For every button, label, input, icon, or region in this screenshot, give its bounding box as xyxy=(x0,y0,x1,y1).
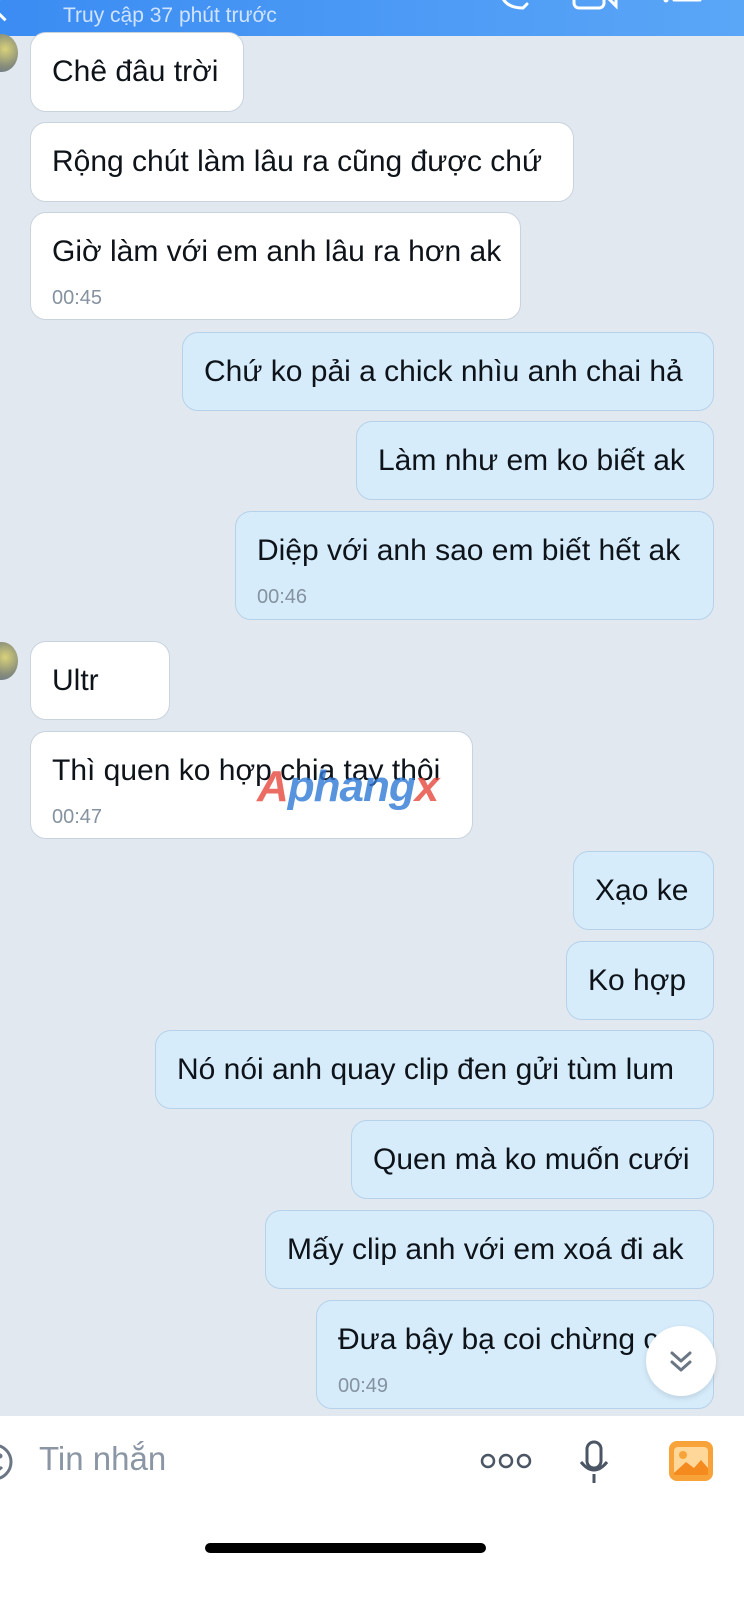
message-text: Xạo ke xyxy=(595,874,689,907)
message-bubble-outgoing[interactable]: Làm như em ko biết ak xyxy=(356,421,714,500)
message-bubble-outgoing[interactable]: Mấy clip anh với em xoá đi ak xyxy=(265,1210,714,1289)
message-bubble-incoming[interactable]: Rộng chút làm lâu ra cũng được chứ xyxy=(30,122,574,202)
message-input[interactable]: Tin nhắn xyxy=(39,1440,166,1478)
contact-avatar[interactable] xyxy=(0,34,18,72)
message-text: Đưa bậy bạ coi chừng c xyxy=(338,1323,659,1356)
message-text: Ko hợp xyxy=(588,964,687,997)
phone-icon[interactable] xyxy=(497,0,531,12)
message-text: Mấy clip anh với em xoá đi ak xyxy=(287,1233,684,1266)
message-text: Diệp với anh sao em biết hết ak xyxy=(257,534,681,567)
message-text: Giờ làm với em anh lâu ra hơn ak xyxy=(52,235,502,268)
microphone-icon[interactable] xyxy=(578,1440,610,1486)
scroll-to-bottom-button[interactable] xyxy=(646,1326,716,1396)
message-bubble-outgoing[interactable]: Xạo ke xyxy=(573,851,714,930)
image-icon[interactable] xyxy=(668,1440,714,1482)
more-icon[interactable] xyxy=(480,1451,532,1471)
chevron-double-down-icon xyxy=(670,1351,692,1372)
message-text: Nó nói anh quay clip đen gửi tùm lum xyxy=(177,1053,675,1086)
message-text: Quen mà ko muốn cưới xyxy=(373,1143,690,1176)
contact-avatar[interactable] xyxy=(0,642,18,680)
message-text: Làm như em ko biết ak xyxy=(378,444,685,477)
back-icon[interactable] xyxy=(0,0,20,22)
home-indicator xyxy=(205,1543,486,1553)
message-bubble-outgoing[interactable]: Nó nói anh quay clip đen gửi tùm lum xyxy=(155,1030,714,1109)
message-bubble-outgoing[interactable]: Diệp với anh sao em biết hết ak 00:46 xyxy=(235,511,714,620)
message-text: Rộng chút làm lâu ra cũng được chứ xyxy=(52,145,543,178)
message-bubble-outgoing[interactable]: Chứ ko pải a chick nhìu anh chai hả xyxy=(182,332,714,411)
message-time: 00:47 xyxy=(52,806,103,828)
last-seen-status: Truy cập 37 phút trước xyxy=(63,4,277,27)
message-time: 00:46 xyxy=(257,586,308,608)
message-bubble-incoming[interactable]: Giờ làm với em anh lâu ra hơn ak 00:45 xyxy=(30,212,521,320)
message-time: 00:45 xyxy=(52,287,103,309)
message-text: Chứ ko pải a chick nhìu anh chai hả xyxy=(204,355,683,388)
message-bubble-outgoing[interactable]: Quen mà ko muốn cưới xyxy=(351,1120,714,1199)
menu-icon[interactable] xyxy=(662,0,702,12)
message-input-bar: Tin nhắn xyxy=(0,1416,744,1600)
message-bubble-incoming[interactable]: Chê đâu trời xyxy=(30,32,244,112)
chat-header: Truy cập 37 phút trước xyxy=(0,0,744,36)
emoji-icon[interactable] xyxy=(0,1440,18,1484)
message-bubble-outgoing[interactable]: Ko hợp xyxy=(566,941,714,1020)
message-time: 00:49 xyxy=(338,1375,389,1397)
message-bubble-incoming[interactable]: Ultr xyxy=(30,641,170,720)
watermark-logo: Aphangx xyxy=(257,762,439,811)
message-text: Ultr xyxy=(52,664,99,697)
message-text: Chê đâu trời xyxy=(52,55,219,88)
video-call-icon[interactable] xyxy=(572,0,620,12)
